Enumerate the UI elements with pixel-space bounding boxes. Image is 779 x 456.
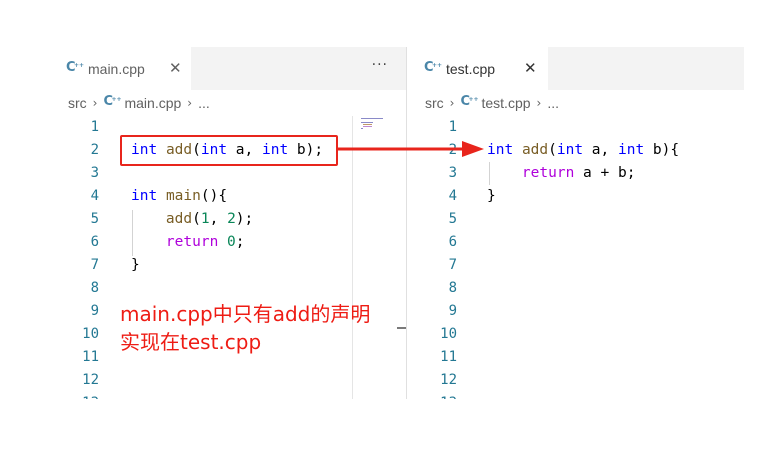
- annotation-arrow: [338, 141, 484, 157]
- annotation-line: 实现在test.cpp: [120, 330, 262, 354]
- annotation-text: main.cpp中只有add的声明 实现在test.cpp: [120, 300, 370, 356]
- annotation-line: main.cpp中只有add的声明: [120, 302, 371, 326]
